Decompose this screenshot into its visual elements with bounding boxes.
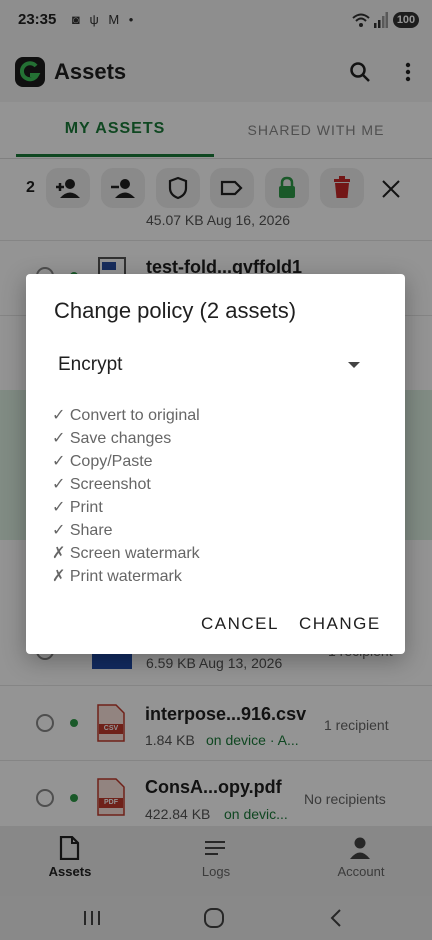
- policy-selected-value: Encrypt: [58, 354, 123, 375]
- permission-item: ✓ Save changes: [52, 430, 172, 447]
- check-icon: ✓: [52, 453, 66, 470]
- dialog-title: Change policy (2 assets): [54, 298, 297, 323]
- check-icon: ✓: [52, 407, 66, 424]
- check-icon: ✓: [52, 522, 66, 539]
- change-policy-dialog: Change policy (2 assets) Encrypt ✓ Conve…: [26, 274, 405, 654]
- check-icon: ✓: [52, 476, 66, 493]
- permission-item: ✓ Copy/Paste: [52, 453, 153, 470]
- permission-item: ✓ Convert to original: [52, 407, 200, 424]
- check-icon: ✓: [52, 499, 66, 516]
- permission-item: ✗ Screen watermark: [52, 545, 200, 562]
- change-button[interactable]: CHANGE: [299, 614, 381, 634]
- permission-item: ✗ Print watermark: [52, 568, 182, 585]
- cross-icon: ✗: [52, 568, 66, 585]
- permission-item: ✓ Screenshot: [52, 476, 151, 493]
- cancel-button[interactable]: CANCEL: [201, 614, 279, 634]
- check-icon: ✓: [52, 430, 66, 447]
- cross-icon: ✗: [52, 545, 66, 562]
- policy-dropdown[interactable]: Encrypt: [58, 352, 368, 380]
- dropdown-arrow-icon: [348, 362, 360, 368]
- permission-item: ✓ Share: [52, 522, 113, 539]
- permission-item: ✓ Print: [52, 499, 103, 516]
